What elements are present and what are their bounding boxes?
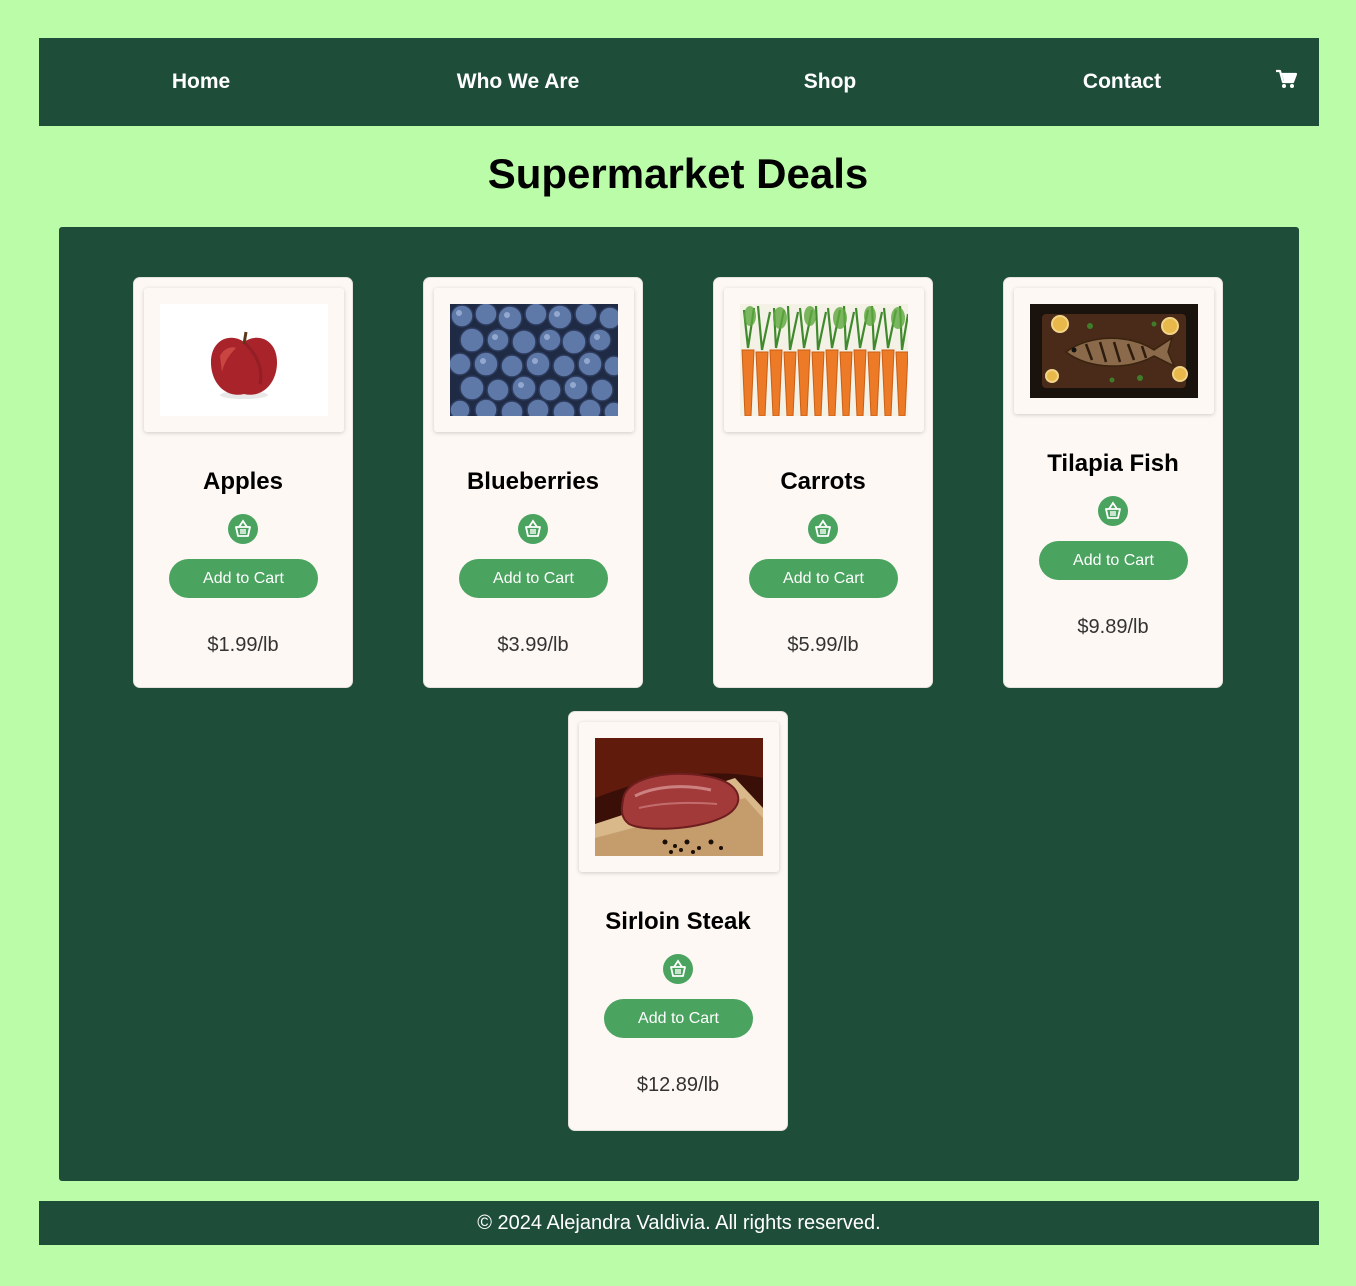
add-to-cart-button[interactable]: Add to Cart xyxy=(1039,541,1188,580)
product-image-frame xyxy=(434,288,634,432)
page-title: Supermarket Deals xyxy=(487,150,869,197)
basket-icon xyxy=(663,954,693,984)
apple-image xyxy=(160,304,328,416)
basket-icon xyxy=(228,514,258,544)
product-name: Carrots xyxy=(780,468,866,495)
product-card-tilapia-fish: Tilapia Fish Add to Cart $9.89/lb xyxy=(1003,277,1223,688)
product-name: Blueberries xyxy=(466,468,600,495)
tilapia-fish-image xyxy=(1030,304,1198,398)
blueberries-image xyxy=(450,304,618,416)
product-price: $9.89/lb xyxy=(1077,616,1149,638)
carrots-image xyxy=(740,304,908,416)
products-panel: Apples Add to Cart $1.99/lb Blueberries … xyxy=(59,227,1299,1181)
shopping-cart-icon[interactable] xyxy=(1275,69,1298,89)
nav-shop-link[interactable]: Shop xyxy=(804,38,857,126)
product-name: Sirloin Steak xyxy=(605,908,751,935)
product-name: Apples xyxy=(202,468,283,495)
product-card-blueberries: Blueberries Add to Cart $3.99/lb xyxy=(423,277,643,688)
add-to-cart-button[interactable]: Add to Cart xyxy=(169,559,318,598)
product-price: $5.99/lb xyxy=(787,634,859,656)
nav-contact-link[interactable]: Contact xyxy=(1083,38,1161,126)
product-image-frame xyxy=(1014,288,1214,414)
basket-icon xyxy=(808,514,838,544)
add-to-cart-button[interactable]: Add to Cart xyxy=(749,559,898,598)
basket-icon xyxy=(1098,496,1128,526)
product-image-frame xyxy=(724,288,924,432)
nav-home-link[interactable]: Home xyxy=(172,38,230,126)
nav-who-we-are-link[interactable]: Who We Are xyxy=(457,38,580,126)
product-card-apples: Apples Add to Cart $1.99/lb xyxy=(133,277,353,688)
footer-copyright: © 2024 Alejandra Valdivia. All rights re… xyxy=(477,1212,881,1234)
product-image-frame xyxy=(579,722,779,872)
product-card-carrots: Carrots Add to Cart $5.99/lb xyxy=(713,277,933,688)
add-to-cart-button[interactable]: Add to Cart xyxy=(604,999,753,1038)
add-to-cart-button[interactable]: Add to Cart xyxy=(459,559,608,598)
top-nav: Home Who We Are Shop Contact xyxy=(39,38,1319,126)
product-price: $3.99/lb xyxy=(497,634,569,656)
product-card-sirloin-steak: Sirloin Steak Add to Cart $12.89/lb xyxy=(568,711,788,1131)
sirloin-steak-image xyxy=(595,738,763,856)
basket-icon xyxy=(518,514,548,544)
product-price: $1.99/lb xyxy=(207,634,279,656)
product-price: $12.89/lb xyxy=(636,1074,720,1096)
product-name: Tilapia Fish xyxy=(1047,450,1179,477)
footer: © 2024 Alejandra Valdivia. All rights re… xyxy=(39,1201,1319,1245)
product-image-frame xyxy=(144,288,344,432)
